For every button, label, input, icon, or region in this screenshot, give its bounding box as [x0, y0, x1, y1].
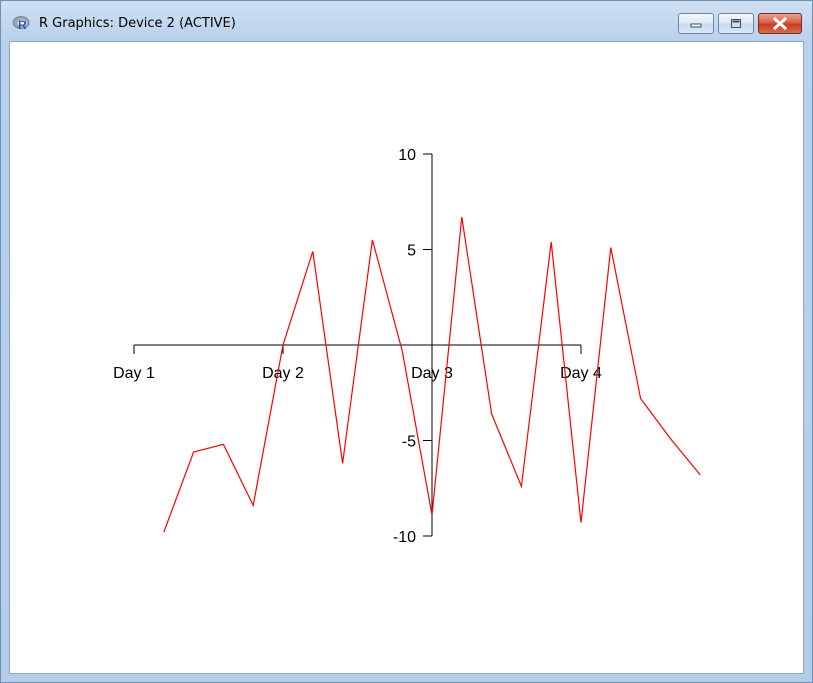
title-bar[interactable]: R R Graphics: Device 2 (ACTIVE) — [1, 1, 812, 41]
y-tick-label: -10 — [393, 529, 416, 546]
x-tick-label: Day 2 — [262, 365, 304, 382]
r-graphics-window: R R Graphics: Device 2 (ACTIVE) Day 1 Day… — [0, 0, 813, 683]
close-button[interactable] — [758, 13, 802, 34]
close-icon — [772, 16, 788, 31]
svg-text:R: R — [18, 18, 27, 31]
window-title: R Graphics: Device 2 (ACTIVE) — [39, 16, 236, 31]
y-tick-label: -5 — [402, 434, 416, 451]
minimize-button[interactable] — [678, 13, 714, 34]
maximize-button[interactable] — [718, 13, 754, 34]
maximize-icon — [731, 19, 741, 28]
r-logo-icon: R — [12, 15, 30, 32]
minimize-icon — [690, 23, 702, 28]
y-tick-label: 5 — [407, 243, 416, 260]
line-plot: Day 1 Day 2 Day 3 Day 4105-5-10 — [113, 147, 701, 546]
graphics-device-canvas: Day 1 Day 2 Day 3 Day 4 10 5 -5 -10 — [9, 41, 804, 674]
x-tick-label: Day 1 — [113, 365, 155, 382]
y-tick-label: 10 — [398, 147, 416, 164]
